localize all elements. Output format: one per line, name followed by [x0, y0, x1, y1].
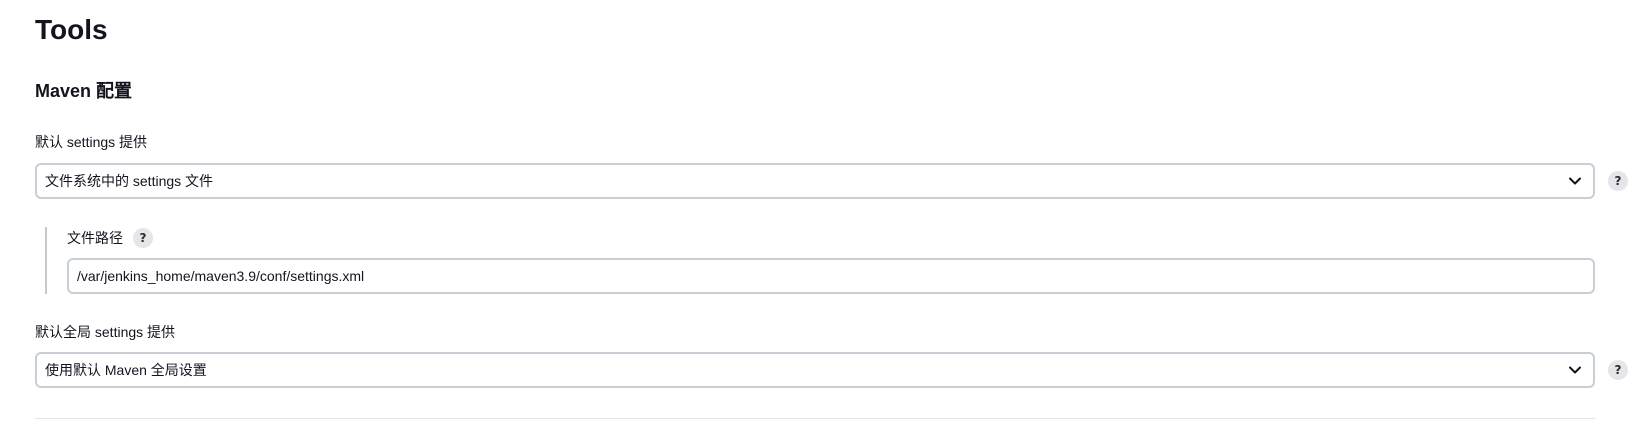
- section-divider: [35, 418, 1595, 419]
- file-path-label-row: 文件路径 ?: [67, 228, 153, 248]
- chevron-down-icon: [1567, 362, 1583, 378]
- default-settings-selected-value: 文件系统中的 settings 文件: [45, 173, 214, 189]
- file-path-label: 文件路径: [67, 230, 123, 246]
- file-path-input[interactable]: [67, 258, 1595, 294]
- chevron-down-icon: [1567, 173, 1583, 189]
- default-global-settings-label: 默认全局 settings 提供: [35, 324, 176, 340]
- page-title: Tools: [35, 14, 108, 45]
- file-path-help-icon[interactable]: ?: [133, 228, 153, 248]
- default-global-settings-help-icon[interactable]: ?: [1608, 360, 1628, 380]
- section-title-maven: Maven 配置: [35, 81, 133, 101]
- default-settings-select[interactable]: 文件系统中的 settings 文件: [35, 163, 1595, 199]
- default-global-settings-selected-value: 使用默认 Maven 全局设置: [45, 362, 207, 378]
- default-settings-label: 默认 settings 提供: [35, 134, 148, 150]
- nested-section-border: [45, 227, 47, 294]
- default-settings-help-icon[interactable]: ?: [1608, 171, 1628, 191]
- default-global-settings-select[interactable]: 使用默认 Maven 全局设置: [35, 352, 1595, 388]
